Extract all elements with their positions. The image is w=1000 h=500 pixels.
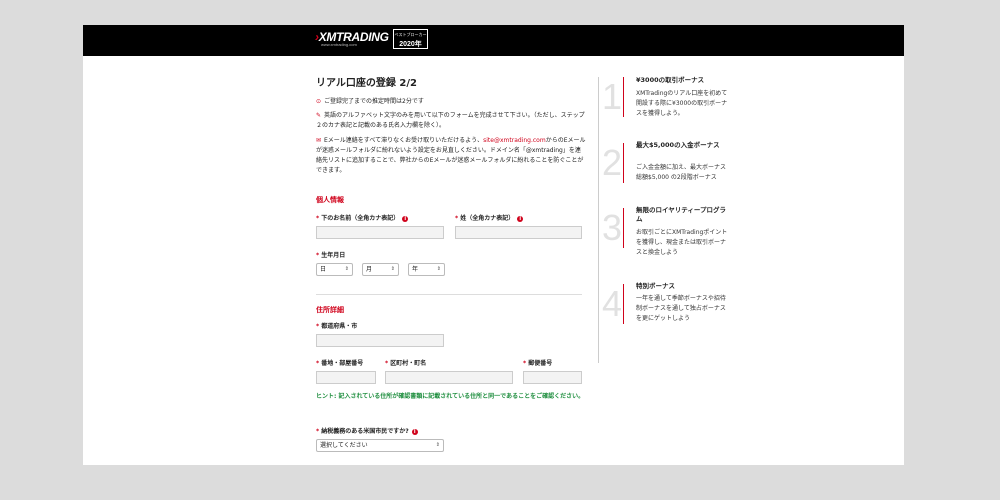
personal-info-heading: 個人情報 [316, 196, 344, 204]
step-number: 1 [601, 76, 624, 117]
award-badge: ベストブローカー 2020年 [393, 29, 428, 49]
pencil-icon: ✎ [316, 112, 322, 119]
postal-label: * 郵便番号 [523, 360, 553, 367]
clock-icon: ⊙ [316, 98, 322, 105]
last-name-label: * 姓（全角カナ表記） i [455, 213, 524, 222]
us-citizen-label: * 納税義務のある米国市民ですか? i [316, 426, 418, 435]
dob-day-select[interactable]: 日 ⇕ [316, 263, 353, 276]
last-name-input[interactable] [455, 226, 582, 239]
street-label: * 番地・部屋番号 [316, 360, 364, 367]
dob-month-select[interactable]: 月 ⇕ [362, 263, 399, 276]
step-title: 無限のロイヤリティープログラム [636, 206, 727, 223]
address-hint: ヒント: 記入されている住所が確認書類に記載されている住所と同一であることをご確… [316, 393, 585, 400]
step-title: 最大$5,000の入金ボーナス [636, 141, 720, 149]
top-bar: ›XMTRADING www.xmtrading.com ベストブローカー 20… [83, 25, 904, 56]
step-title: 特別ボーナス [636, 282, 675, 290]
email-note: ✉ Eメール連絡をすべて滞りなくお受け取りいただけるよう、site@xmtradi… [316, 137, 586, 174]
postal-input[interactable] [523, 371, 582, 384]
dob-year-select[interactable]: 年 ⇕ [408, 263, 445, 276]
info-icon[interactable]: i [411, 428, 418, 435]
info-icon[interactable]: i [517, 215, 524, 222]
step-title: ¥3000の取引ボーナス [636, 76, 705, 84]
us-citizen-select[interactable]: 選択してください ⇕ [316, 439, 444, 452]
step-number: 4 [601, 283, 624, 324]
step-description: 一年を通して季節ボーナスや招待制ボーナスを通して独占ボーナスを更にゲットしよう [636, 295, 726, 322]
updown-icon: ⇕ [344, 266, 349, 272]
prefecture-input[interactable] [316, 334, 444, 347]
first-name-label: * 下のお名前（全角カナ表記） i [316, 213, 409, 222]
estimated-time-note: ⊙ ご登録完了までの推定時間は2分です [316, 98, 424, 105]
ward-label: * 区町村・町名 [385, 360, 427, 367]
award-badge-caption: ベストブローカー [394, 32, 427, 37]
page-title: リアル口座の登録 2/2 [316, 78, 417, 89]
alphabet-note: ✎ 英語のアルファベット文字のみを用いて以下のフォームを完成させて下さい。（ただし… [316, 112, 585, 129]
sidebar-divider [598, 77, 599, 363]
dob-label: * 生年月日 [316, 252, 346, 259]
street-input[interactable] [316, 371, 376, 384]
support-email-link[interactable]: site@xmtrading.com [483, 137, 546, 144]
info-icon[interactable]: i [402, 215, 409, 222]
prefecture-label: * 都道府県・市 [316, 323, 358, 330]
step-number: 2 [601, 142, 624, 183]
updown-icon: ⇕ [435, 442, 440, 448]
updown-icon: ⇕ [436, 266, 441, 272]
ward-input[interactable] [385, 371, 513, 384]
updown-icon: ⇕ [390, 266, 395, 272]
address-heading: 住所詳細 [316, 306, 344, 314]
mail-icon: ✉ [316, 137, 322, 144]
step-description: ご入金金額に加え、最大ボーナス総額$5,000 の2段階ボーナス [636, 164, 727, 181]
page-frame: ›XMTRADING www.xmtrading.com ベストブローカー 20… [83, 25, 904, 465]
award-badge-year: 2020年 [399, 41, 422, 48]
first-name-input[interactable] [316, 226, 444, 239]
step-description: お取引ごとにXMTradingポイントを獲得し、現金または取引ボーナスと換金しよ… [636, 229, 728, 256]
logo-url: www.xmtrading.com [321, 42, 357, 47]
section-divider [316, 294, 582, 295]
step-number: 3 [601, 207, 624, 248]
step-description: XMTradingのリアル口座を初めて開設する際に¥3000の取引ボーナスを獲得… [636, 90, 728, 117]
